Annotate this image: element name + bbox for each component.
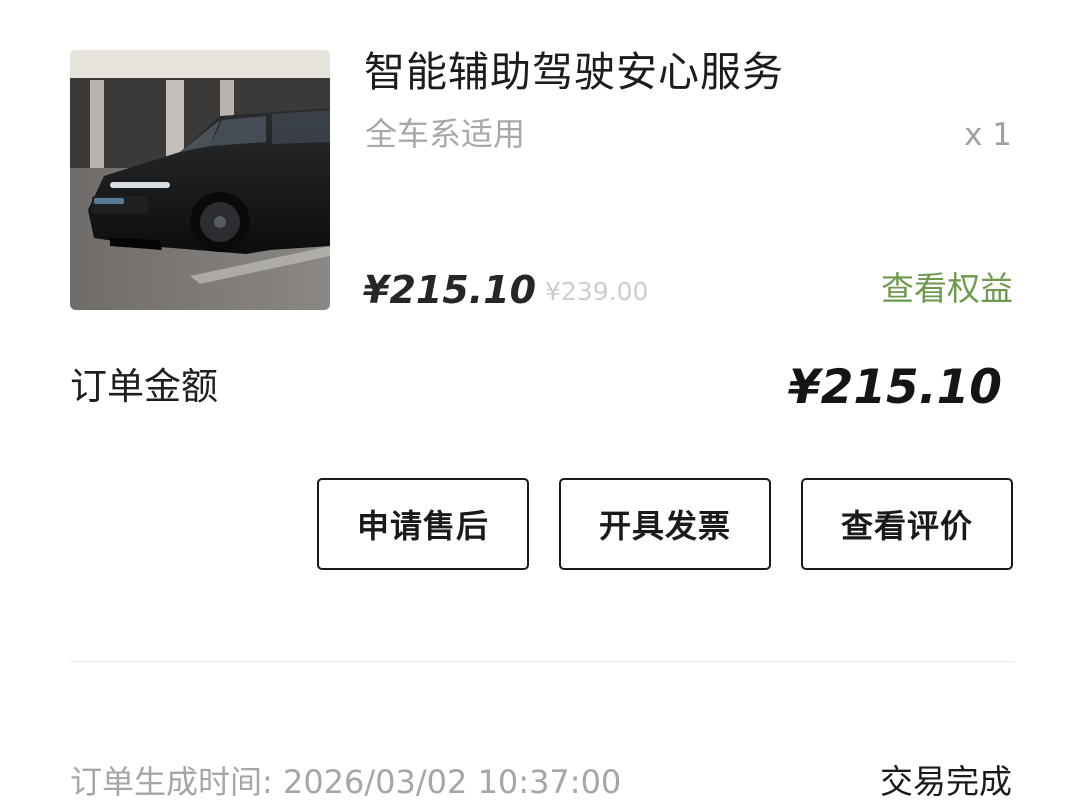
order-created-time: 订单生成时间: 2026/03/02 10:37:00 <box>70 763 622 801</box>
view-review-button[interactable]: 查看评价 <box>801 478 1013 570</box>
product-title: 智能辅助驾驶安心服务 <box>364 48 784 96</box>
product-price: ¥215.10 <box>363 268 537 312</box>
apply-after-sale-button[interactable]: 申请售后 <box>317 478 529 570</box>
order-amount-value: ¥215.10 <box>787 360 1002 415</box>
car-photo <box>70 50 330 310</box>
section-divider <box>70 661 1014 662</box>
product-quantity: x 1 <box>964 117 1012 153</box>
product-subtitle: 全车系适用 <box>365 115 526 153</box>
order-amount-label: 订单金额 <box>70 365 218 408</box>
view-benefits-link[interactable]: 查看权益 <box>881 267 1013 311</box>
trade-status: 交易完成 <box>880 762 1012 801</box>
product-image[interactable] <box>70 50 330 310</box>
product-original-price: ¥239.00 <box>545 277 649 306</box>
issue-invoice-button[interactable]: 开具发票 <box>559 478 771 570</box>
